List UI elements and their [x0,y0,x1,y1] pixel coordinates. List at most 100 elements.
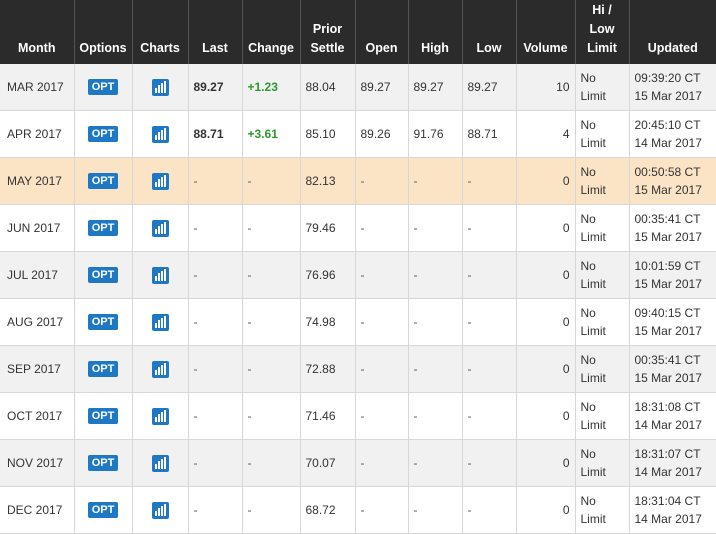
limit-line-2: Limit [580,183,606,197]
change-header[interactable]: Change [242,0,301,64]
hi-low-limit-cell: No Limit [575,110,630,158]
header-row: Month Options Charts Last Change Prior Se… [0,0,716,64]
hi-low-limit-cell: No Limit [575,204,630,252]
bar-chart-icon[interactable] [151,454,169,472]
change-cell: - [242,251,301,299]
table-row: SEP 2017 OPT - - 72.88 - - - 0 No Limit 0… [0,345,716,393]
updated-cell: 18:31:08 CT 14 Mar 2017 [629,392,716,440]
updated-time: 00:50:58 CT [634,165,701,179]
table-row: NOV 2017 OPT - - 70.07 - - - 0 No Limit 1… [0,439,716,487]
hi-low-limit-cell: No Limit [575,157,630,205]
updated-time: 09:39:20 CT [634,71,701,85]
opt-button[interactable]: OPT [87,267,119,283]
hi-low-limit-cell: No Limit [575,439,630,487]
updated-date: 15 Mar 2017 [634,89,702,103]
open-cell: - [355,392,409,440]
options-cell: OPT [74,64,133,111]
prior-settle-header[interactable]: Prior Settle [300,0,356,64]
change-cell: - [242,345,301,393]
opt-button[interactable]: OPT [87,455,119,471]
month-cell: OCT 2017 [0,392,75,440]
last-cell: - [188,392,243,440]
updated-cell: 00:35:41 CT 15 Mar 2017 [629,204,716,252]
options-cell: OPT [74,439,133,487]
options-header: Options [74,0,133,64]
low-cell: - [462,439,517,487]
updated-date: 15 Mar 2017 [634,230,702,244]
open-cell: - [355,439,409,487]
open-header[interactable]: Open [355,0,409,64]
open-cell: - [355,251,409,299]
prior-settle-cell: 68.72 [300,486,356,534]
limit-line-1: No [580,400,596,414]
options-cell: OPT [74,110,133,158]
hi-low-limit-header: Hi / Low Limit [575,0,630,64]
open-cell: - [355,486,409,534]
updated-cell: 18:31:04 CT 14 Mar 2017 [629,486,716,534]
opt-button[interactable]: OPT [87,126,119,142]
bar-chart-icon[interactable] [151,313,169,331]
updated-time: 10:01:59 CT [634,259,701,273]
change-cell: - [242,298,301,346]
high-cell: - [408,204,463,252]
high-header[interactable]: High [408,0,463,64]
month-cell: JUN 2017 [0,204,75,252]
hi-low-limit-cell: No Limit [575,298,630,346]
change-cell: - [242,204,301,252]
charts-cell [132,298,189,346]
bar-chart-icon[interactable] [151,172,169,190]
opt-button[interactable]: OPT [87,502,119,518]
options-cell: OPT [74,298,133,346]
options-cell: OPT [74,251,133,299]
updated-time: 20:45:10 CT [634,118,701,132]
last-cell: 89.27 [188,64,243,111]
options-cell: OPT [74,345,133,393]
last-cell: - [188,439,243,487]
volume-header[interactable]: Volume [516,0,576,64]
low-header[interactable]: Low [462,0,517,64]
last-cell: 88.71 [188,110,243,158]
charts-cell [132,64,189,111]
high-cell: - [408,439,463,487]
updated-time: 18:31:08 CT [634,400,701,414]
opt-button[interactable]: OPT [87,361,119,377]
updated-header[interactable]: Updated [629,0,716,64]
limit-line-2: Limit [580,230,606,244]
opt-button[interactable]: OPT [87,173,119,189]
bar-chart-icon[interactable] [151,407,169,425]
low-cell: - [462,298,517,346]
month-cell: SEP 2017 [0,345,75,393]
month-header[interactable]: Month [0,0,75,64]
high-cell: 89.27 [408,64,463,111]
bar-chart-icon[interactable] [151,125,169,143]
opt-button[interactable]: OPT [87,220,119,236]
bar-chart-icon[interactable] [151,360,169,378]
change-cell: - [242,392,301,440]
open-cell: - [355,298,409,346]
opt-button[interactable]: OPT [87,79,119,95]
charts-cell [132,204,189,252]
bar-chart-icon[interactable] [151,219,169,237]
bar-chart-icon[interactable] [151,78,169,96]
limit-line-2: Limit [580,324,606,338]
opt-button[interactable]: OPT [87,314,119,330]
bar-chart-icon[interactable] [151,501,169,519]
updated-cell: 00:50:58 CT 15 Mar 2017 [629,157,716,205]
high-cell: - [408,298,463,346]
hi-low-limit-cell: No Limit [575,486,630,534]
updated-cell: 18:31:07 CT 14 Mar 2017 [629,439,716,487]
last-header[interactable]: Last [188,0,243,64]
limit-line-2: Limit [580,371,606,385]
limit-line-1: No [580,71,596,85]
opt-button[interactable]: OPT [87,408,119,424]
bar-chart-icon[interactable] [151,266,169,284]
limit-line-2: Limit [580,136,606,150]
options-cell: OPT [74,157,133,205]
options-cell: OPT [74,486,133,534]
limit-line-1: No [580,259,596,273]
table-row: JUL 2017 OPT - - 76.96 - - - 0 No Limit 1… [0,251,716,299]
charts-cell [132,157,189,205]
open-cell: - [355,345,409,393]
prior-settle-cell: 85.10 [300,110,356,158]
updated-cell: 09:40:15 CT 15 Mar 2017 [629,298,716,346]
